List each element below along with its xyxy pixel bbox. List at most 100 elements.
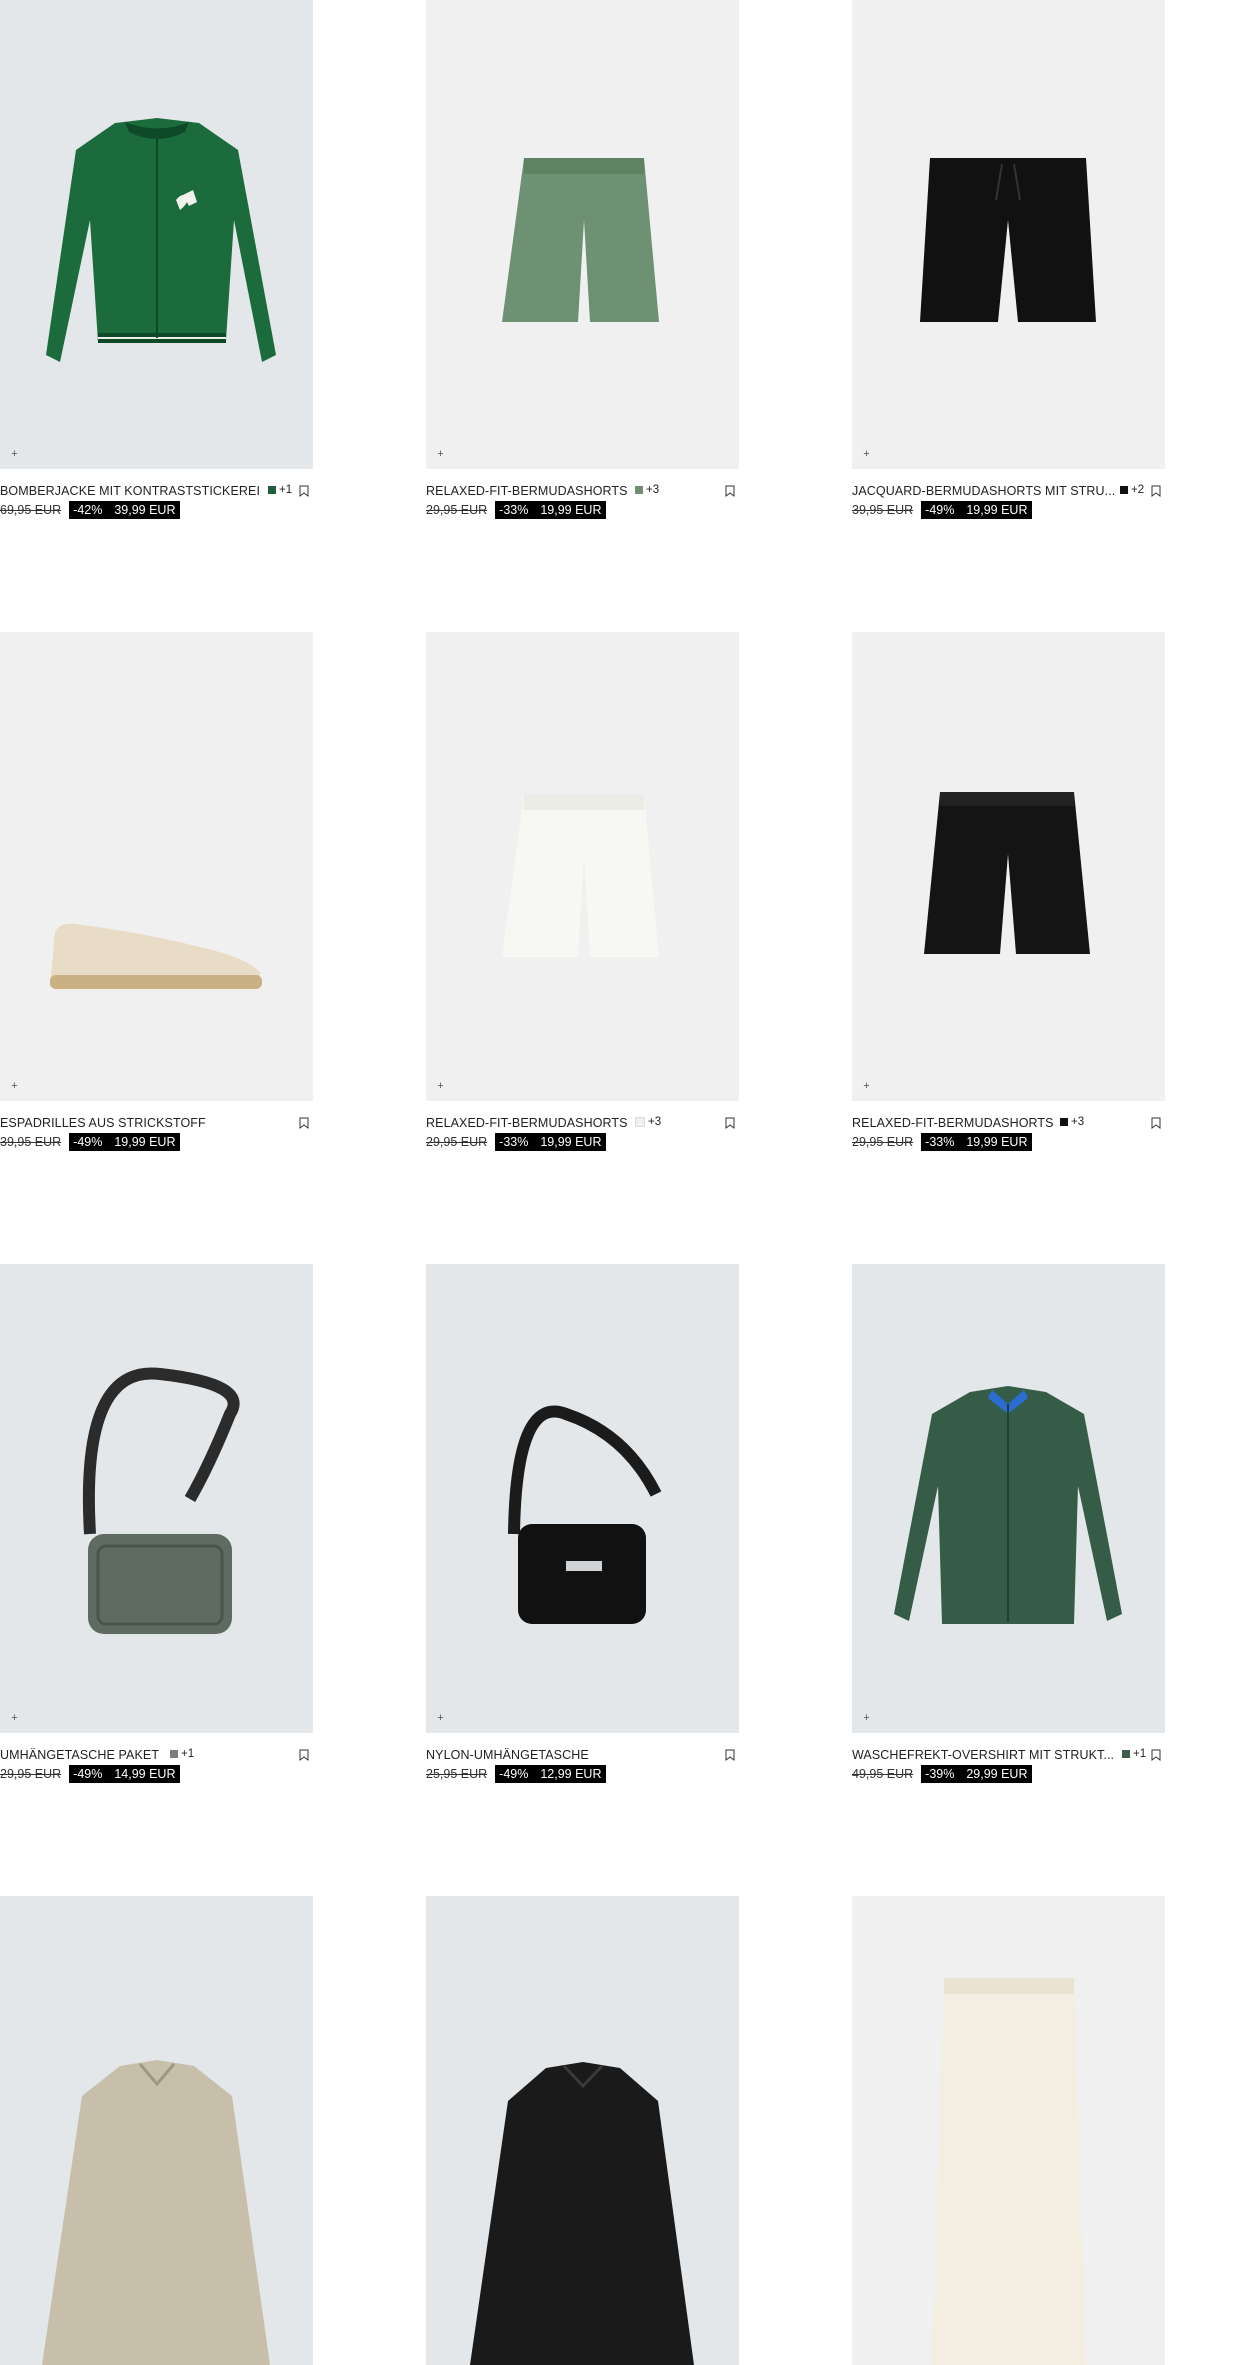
plus-icon[interactable]: + [9, 1081, 20, 1092]
sale-price: 12,99 EUR [540, 1767, 602, 1781]
discount-percent: -39% [925, 1767, 955, 1781]
product-card[interactable]: + ESPADRILLES AUS STRICKSTOFF 39,95 EUR … [0, 632, 313, 1151]
bookmark-icon[interactable] [1151, 1748, 1161, 1761]
product-card[interactable]: + RELAXED-FIT-BERMUDASHORTS +3 29,95 EUR… [426, 0, 739, 519]
price-row: 29,95 EUR -33% 19,99 EUR [426, 501, 606, 519]
price-row: 69,95 EUR -42% 39,99 EUR [0, 501, 180, 519]
product-card[interactable]: + RELAXED-FIT-BERMUDASHORTS +3 29,95 EUR… [426, 632, 739, 1151]
black-shorts-image [920, 158, 1096, 322]
product-card[interactable]: + JACQUARD-BERMUDASHORTS MIT STRU... +2 … [852, 0, 1165, 519]
product-image[interactable]: + [426, 0, 739, 469]
product-name[interactable]: RELAXED-FIT-BERMUDASHORTS [426, 484, 628, 498]
plus-icon[interactable]: + [861, 1713, 872, 1724]
beige-shirt-image [42, 2060, 270, 2365]
product-image[interactable] [0, 1896, 313, 2365]
color-options[interactable]: +3 [635, 484, 659, 496]
product-card[interactable]: + BOMBERJACKE MIT KONTRASTSTICKEREI +1 6… [0, 0, 313, 519]
discount-percent: -49% [73, 1767, 103, 1781]
product-image[interactable]: + [426, 632, 739, 1101]
sale-price: 19,99 EUR [966, 1135, 1028, 1149]
bookmark-icon[interactable] [299, 1748, 309, 1761]
product-card[interactable]: + WASCHEFREKT-OVERSHIRT MIT STRUKT... +1… [852, 1264, 1165, 1783]
product-name[interactable]: NYLON-UMHÄNGETASCHE [426, 1748, 589, 1762]
sale-badge: -33% 19,99 EUR [495, 501, 606, 519]
bookmark-icon[interactable] [725, 1748, 735, 1761]
discount-percent: -42% [73, 503, 103, 517]
plus-icon[interactable]: + [435, 449, 446, 460]
discount-percent: -33% [499, 1135, 529, 1149]
black-shoulder-bag-image [508, 1405, 662, 1624]
cream-shorts-image [932, 1978, 1086, 2365]
color-swatch [635, 486, 643, 494]
sale-price: 19,99 EUR [966, 503, 1028, 517]
bookmark-icon[interactable] [725, 1116, 735, 1129]
product-card[interactable]: + RELAXED-FIT-BERMUDASHORTS +3 29,95 EUR… [852, 632, 1165, 1151]
product-image[interactable]: + [852, 632, 1165, 1101]
product-name[interactable]: JACQUARD-BERMUDASHORTS MIT STRU... [852, 484, 1115, 498]
product-card[interactable] [426, 1896, 739, 2365]
product-name[interactable]: BOMBERJACKE MIT KONTRASTSTICKEREI [0, 484, 260, 498]
original-price: 29,95 EUR [852, 1135, 914, 1149]
product-image[interactable]: + [0, 632, 313, 1101]
original-price: 29,95 EUR [426, 1135, 488, 1149]
color-options[interactable]: +3 [635, 1116, 661, 1128]
product-card[interactable] [0, 1896, 313, 2365]
plus-icon[interactable]: + [861, 1081, 872, 1092]
espadrilles-image [50, 923, 262, 989]
product-image[interactable]: + [852, 0, 1165, 469]
price-row: 29,95 EUR -33% 19,99 EUR [852, 1133, 1032, 1151]
sale-badge: -33% 19,99 EUR [495, 1133, 606, 1151]
product-name[interactable]: ESPADRILLES AUS STRICKSTOFF [0, 1116, 206, 1130]
plus-icon[interactable]: + [9, 1713, 20, 1724]
price-row: 39,95 EUR -49% 19,99 EUR [0, 1133, 180, 1151]
product-name[interactable]: RELAXED-FIT-BERMUDASHORTS [426, 1116, 628, 1130]
color-swatch [1060, 1118, 1068, 1126]
price-row: 25,95 EUR -49% 12,99 EUR [426, 1765, 606, 1783]
color-swatch [635, 1117, 645, 1127]
product-card[interactable]: + NYLON-UMHÄNGETASCHE 25,95 EUR -49% 12,… [426, 1264, 739, 1783]
more-colors-count: +2 [1131, 484, 1145, 496]
color-options[interactable]: +2 [1120, 484, 1144, 496]
product-image[interactable]: + [852, 1264, 1165, 1733]
original-price: 39,95 EUR [852, 503, 914, 517]
plus-icon[interactable]: + [435, 1713, 446, 1724]
product-image[interactable]: + [426, 1264, 739, 1733]
sale-price: 29,99 EUR [966, 1767, 1028, 1781]
price-row: 29,95 EUR -49% 14,99 EUR [0, 1765, 180, 1783]
bookmark-icon[interactable] [725, 484, 735, 497]
green-shorts-image [502, 158, 659, 322]
color-options[interactable]: +1 [1122, 1748, 1146, 1760]
sale-price: 19,99 EUR [540, 503, 602, 517]
plus-icon[interactable]: + [9, 449, 20, 460]
price-row: 39,95 EUR -49% 19,99 EUR [852, 501, 1032, 519]
color-options[interactable]: +3 [1060, 1116, 1084, 1128]
sale-price: 39,99 EUR [114, 503, 176, 517]
bookmark-icon[interactable] [299, 1116, 309, 1129]
sale-badge: -39% 29,99 EUR [921, 1765, 1032, 1783]
product-name[interactable]: WASCHEFREKT-OVERSHIRT MIT STRUKT... [852, 1748, 1114, 1762]
color-swatch [170, 1750, 178, 1758]
bookmark-icon[interactable] [1151, 484, 1161, 497]
plus-icon[interactable]: + [861, 449, 872, 460]
more-colors-count: +3 [646, 484, 660, 496]
product-image[interactable] [852, 1896, 1165, 2365]
color-options[interactable]: +1 [170, 1748, 194, 1760]
color-swatch [268, 486, 276, 494]
sale-badge: -49% 14,99 EUR [69, 1765, 180, 1783]
product-card[interactable]: + UMHÄNGETASCHE PAKET +1 29,95 EUR -49% … [0, 1264, 313, 1783]
price-row: 49,95 EUR -39% 29,99 EUR [852, 1765, 1032, 1783]
product-image[interactable]: + [0, 1264, 313, 1733]
product-name[interactable]: UMHÄNGETASCHE PAKET [0, 1748, 159, 1762]
color-options[interactable]: +1 [268, 484, 292, 496]
plus-icon[interactable]: + [435, 1081, 446, 1092]
product-name[interactable]: RELAXED-FIT-BERMUDASHORTS [852, 1116, 1054, 1130]
sale-price: 19,99 EUR [114, 1135, 176, 1149]
bookmark-icon[interactable] [299, 484, 309, 497]
product-image[interactable]: + [0, 0, 313, 469]
sale-badge: -49% 12,99 EUR [495, 1765, 606, 1783]
original-price: 29,95 EUR [0, 1767, 62, 1781]
bookmark-icon[interactable] [1151, 1116, 1161, 1129]
product-image[interactable] [426, 1896, 739, 2365]
black-shirt-image [470, 2062, 694, 2365]
product-card[interactable] [852, 1896, 1165, 2365]
